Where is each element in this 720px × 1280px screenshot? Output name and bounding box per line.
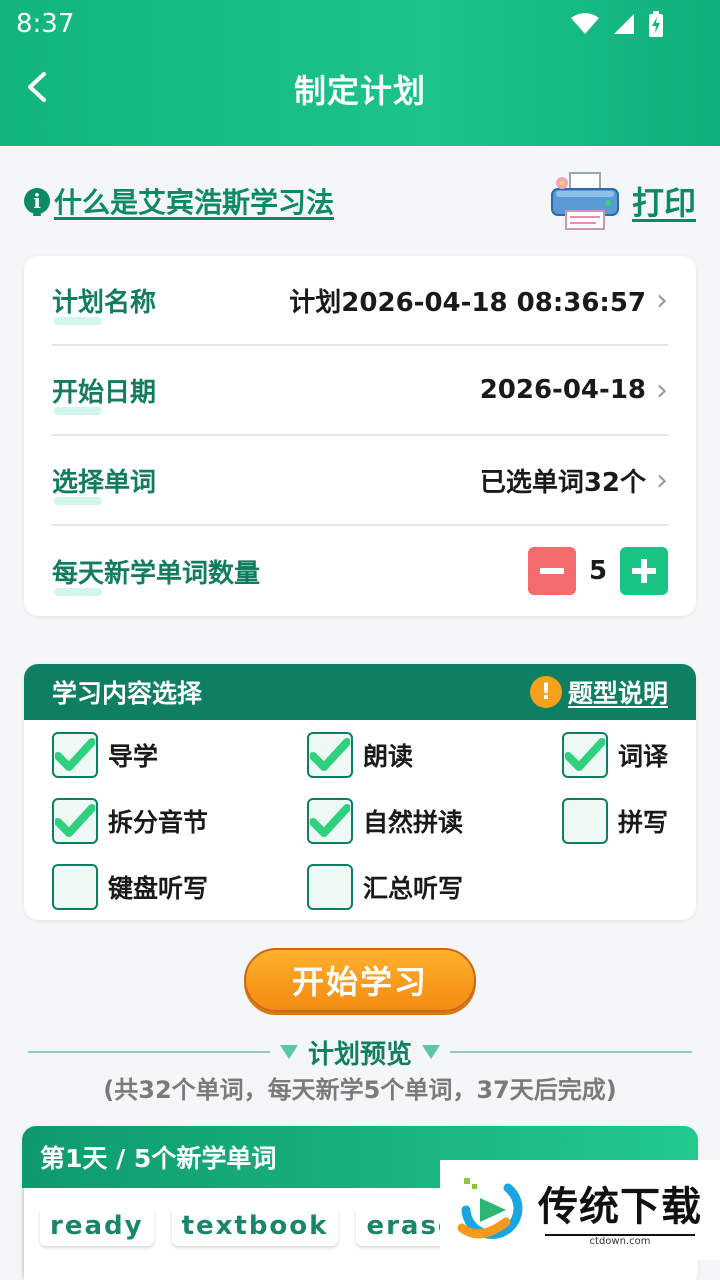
checkbox[interactable] xyxy=(52,732,98,778)
status-icons xyxy=(570,11,664,37)
checkmark-icon xyxy=(565,738,605,771)
divider-line xyxy=(450,1051,693,1053)
printer-icon xyxy=(550,172,619,230)
status-time: 8:37 xyxy=(16,9,75,39)
daily-count-value: 5 xyxy=(588,556,608,586)
checkmark-icon xyxy=(310,804,350,837)
signal-icon xyxy=(614,14,634,34)
plan-name-row[interactable]: 计划名称 计划2026-04-18 08:36:57 › xyxy=(52,256,668,346)
watermark-logo-icon xyxy=(457,1178,523,1239)
checkbox[interactable] xyxy=(307,864,353,910)
content-option-label: 朗读 xyxy=(363,742,414,771)
content-option[interactable]: 拼写 xyxy=(562,798,692,844)
watermark-url: ctdown.com xyxy=(545,1233,695,1247)
checkmark-icon xyxy=(55,738,95,771)
start-learning-button[interactable]: 开始学习 xyxy=(244,948,476,1012)
checkbox[interactable] xyxy=(52,798,98,844)
plan-preview-summary: (共32个单词，每天新学5个单词，37天后完成) xyxy=(103,1076,617,1104)
triangle-down-icon xyxy=(280,1045,298,1059)
plan-preview-title: 计划预览 xyxy=(308,1039,413,1070)
checkbox[interactable] xyxy=(562,732,608,778)
content-option-label: 汇总听写 xyxy=(363,874,464,903)
content-option-label: 键盘听写 xyxy=(108,874,209,903)
plan-settings-card: 计划名称 计划2026-04-18 08:36:57 › 开始日期 2026-04… xyxy=(24,256,696,616)
checkbox[interactable] xyxy=(52,864,98,910)
checkmark-icon xyxy=(55,804,95,837)
learning-content-title: 学习内容选择 xyxy=(52,679,203,708)
plan-name-value: 计划2026-04-18 08:36:57 xyxy=(289,287,646,318)
content-option[interactable]: 拆分音节 xyxy=(52,798,307,844)
daily-count-label: 每天新学单词数量 xyxy=(52,553,260,596)
info-icon: i xyxy=(24,188,50,214)
info-row: i 什么是艾宾浩斯学习法 打印 xyxy=(24,170,696,232)
watermark: 传统下载 ctdown.com xyxy=(440,1160,720,1260)
wifi-icon xyxy=(571,13,599,34)
battery-icon xyxy=(649,11,663,37)
print-label: 打印 xyxy=(631,184,696,222)
chevron-right-icon: › xyxy=(656,372,668,408)
content-option[interactable]: 朗读 xyxy=(307,732,562,778)
start-date-value: 2026-04-18 xyxy=(479,375,646,405)
increment-button[interactable] xyxy=(620,547,668,595)
start-date-row[interactable]: 开始日期 2026-04-18 › xyxy=(52,346,668,436)
plan-name-label: 计划名称 xyxy=(52,282,156,325)
chevron-right-icon: › xyxy=(656,462,668,498)
decrement-button[interactable] xyxy=(528,547,576,595)
plan-preview-heading: 计划预览 xyxy=(28,1036,693,1070)
content-option-label: 拆分音节 xyxy=(108,808,209,837)
checkbox[interactable] xyxy=(307,732,353,778)
chevron-right-icon: › xyxy=(656,282,668,318)
print-button[interactable]: 打印 xyxy=(548,171,696,231)
content-option-label: 拼写 xyxy=(618,808,669,837)
divider-line xyxy=(28,1051,270,1053)
checkmark-icon xyxy=(310,738,350,771)
content-options: 导学 朗读 词译拆分音节 自然拼读 拼写键盘听写 汇总听写 xyxy=(24,720,696,910)
select-words-value: 已选单词32个 xyxy=(479,467,646,498)
triangle-down-icon xyxy=(422,1045,441,1059)
content-option-label: 自然拼读 xyxy=(363,808,464,837)
content-option[interactable]: 导学 xyxy=(52,732,307,778)
minus-icon xyxy=(540,568,564,574)
page-title: 制定计划 xyxy=(293,72,426,110)
content-option[interactable]: 键盘听写 xyxy=(52,864,307,910)
plus-icon xyxy=(632,559,656,583)
question-type-help-label: 题型说明 xyxy=(567,679,668,708)
question-type-help[interactable]: ! 题型说明 xyxy=(529,674,668,710)
word-chip[interactable]: ready xyxy=(40,1206,154,1246)
learning-content-card: 学习内容选择 ! 题型说明 导学 朗读 词译拆分音节 自然拼读 拼写键盘听写 汇总听写 xyxy=(24,664,696,920)
content-option[interactable]: 汇总听写 xyxy=(307,864,562,910)
content-option-label: 词译 xyxy=(618,742,669,771)
daily-count-stepper: 5 xyxy=(528,547,668,595)
status-bar: 8:37 xyxy=(16,6,704,42)
content-option[interactable]: 自然拼读 xyxy=(307,798,562,844)
daily-count-row: 每天新学单词数量 5 xyxy=(52,526,668,616)
ebbinghaus-info-link[interactable]: i 什么是艾宾浩斯学习法 xyxy=(24,181,334,221)
start-date-label: 开始日期 xyxy=(52,372,156,415)
watermark-title: 传统下载 xyxy=(538,1183,702,1230)
checkbox[interactable] xyxy=(562,798,608,844)
word-chip[interactable]: textbook xyxy=(171,1206,339,1246)
content-option[interactable]: 词译 xyxy=(562,732,692,778)
app-header: 8:37 制定计划 xyxy=(0,0,720,146)
select-words-row[interactable]: 选择单词 已选单词32个 › xyxy=(52,436,668,526)
learning-content-header: 学习内容选择 ! 题型说明 xyxy=(24,664,696,720)
content-option-label: 导学 xyxy=(108,742,159,771)
info-link-label: 什么是艾宾浩斯学习法 xyxy=(54,186,335,219)
checkbox[interactable] xyxy=(307,798,353,844)
select-words-label: 选择单词 xyxy=(52,462,156,505)
warning-icon: ! xyxy=(529,676,562,708)
